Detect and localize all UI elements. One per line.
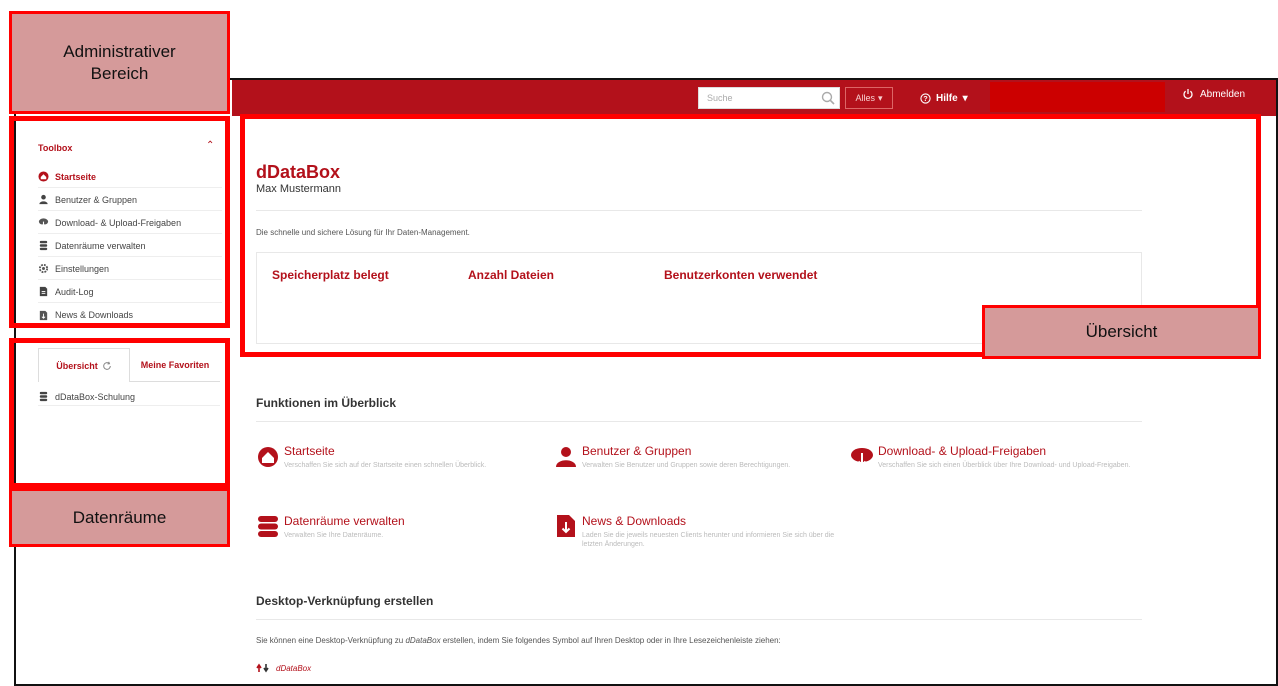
annotation-text: Administrativer Bereich [63,42,176,83]
shortcut-text-pre: Sie können eine Desktop-Verknüpfung zu [256,636,406,645]
feature-benutzer[interactable]: Benutzer & Gruppen Verwalten Sie Benutze… [554,444,844,484]
search-input[interactable]: Suche [698,87,840,109]
annotation-label-overview: Übersicht [982,305,1261,359]
shortcut-icon [256,663,269,673]
feature-title: Datenräume verwalten [284,514,405,528]
annotation-box-admin [9,116,230,328]
help-menu[interactable]: ? Hilfe ▾ [920,88,968,108]
annotation-label-datarooms: Datenräume [9,488,230,547]
feature-desc: Laden Sie die jeweils neuesten Clients h… [582,532,835,549]
feature-desc: Verschaffen Sie sich einen Überblick übe… [878,462,1131,469]
power-icon [1183,89,1193,100]
shortcut-text: Sie können eine Desktop-Verknüpfung zu d… [256,636,781,645]
feature-datenraeume[interactable]: Datenräume verwalten Verwalten Sie Ihre … [256,514,546,554]
user-menu[interactable] [990,82,1165,112]
home-icon [258,447,278,467]
share-icon [851,448,873,467]
help-icon: ? [920,92,931,104]
feature-title: Download- & Upload-Freigaben [878,444,1047,458]
annotation-label-admin: Administrativer Bereich [9,11,230,114]
chevron-down-icon: ▾ [877,92,883,103]
users-icon [556,447,576,467]
feature-news[interactable]: News & Downloads Laden Sie die jeweils n… [554,514,844,558]
feature-title: Startseite [284,444,335,458]
database-icon [258,516,278,537]
svg-text:?: ? [923,94,928,103]
news-icon [557,515,575,537]
annotation-box-datarooms [9,338,230,488]
search-icon[interactable] [820,90,836,106]
feature-title: Benutzer & Gruppen [582,444,692,458]
help-label: Hilfe [936,92,958,104]
scope-select[interactable]: Alles ▾ [845,87,893,109]
feature-title: News & Downloads [582,514,687,528]
divider [256,619,1142,620]
logout-label: Abmelden [1200,88,1246,100]
feature-startseite[interactable]: Startseite Verschaffen Sie sich auf der … [256,444,546,484]
shortcut-link[interactable]: dDataBox [256,663,311,673]
feature-desc: Verschaffen Sie sich auf der Startseite … [284,462,487,469]
shortcut-text-brand: dDataBox [405,636,441,645]
features-title: Funktionen im Überblick [256,396,397,410]
scope-select-value: Alles [855,93,875,103]
feature-desc: Verwalten Sie Benutzer und Gruppen sowie… [582,462,791,469]
caret-down-icon: ▾ [962,92,968,104]
feature-freigaben[interactable]: Download- & Upload-Freigaben Verschaffen… [850,444,1140,484]
shortcut-title: Desktop-Verknüpfung erstellen [256,594,434,608]
divider [256,421,1142,422]
shortcut-link-label: dDataBox [276,663,312,673]
logout-button[interactable]: Abmelden [1182,88,1245,100]
shortcut-text-post: erstellen, indem Sie folgendes Symbol au… [440,636,781,645]
feature-desc: Verwalten Sie Ihre Datenräume. [284,532,384,539]
